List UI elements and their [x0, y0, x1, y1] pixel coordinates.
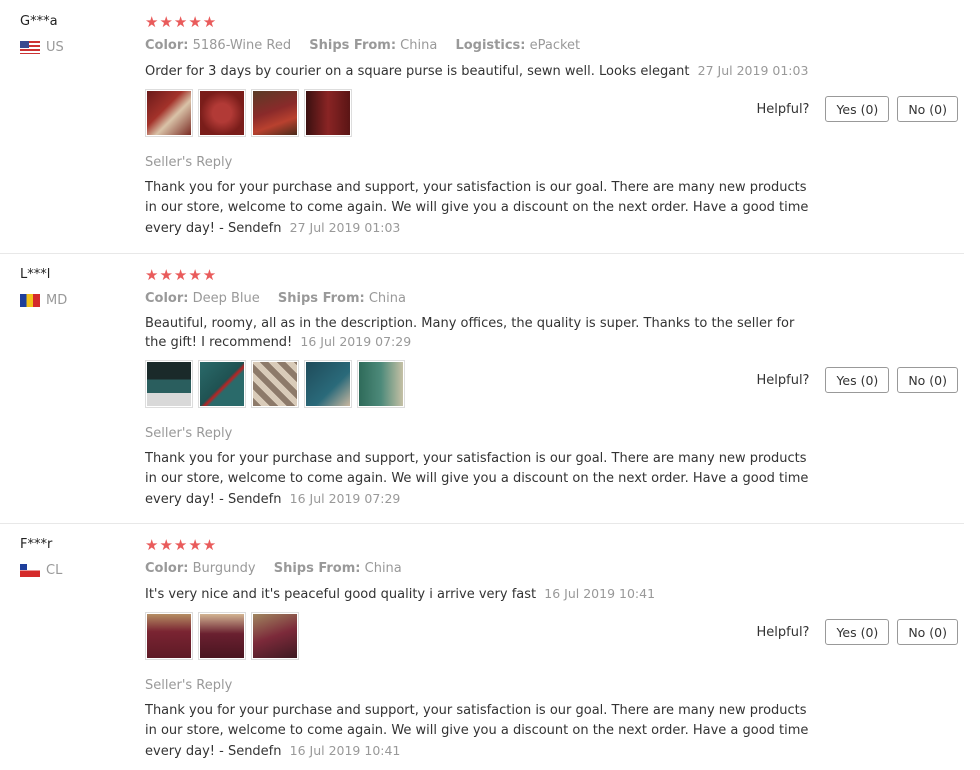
helpful-label: Helpful?	[756, 372, 810, 388]
review-photo-thumb[interactable]	[251, 89, 299, 137]
reviewer-country: US	[20, 40, 64, 55]
reviewer-country: CL	[20, 563, 62, 578]
helpful-no-button[interactable]: No (0)	[897, 619, 958, 645]
country-code: MD	[46, 293, 68, 308]
helpful-vote: Helpful? Yes (0) No (0)	[756, 96, 958, 122]
review-photo-thumb[interactable]	[145, 360, 193, 408]
attr-value: China	[400, 38, 438, 53]
attr-label: Ships From:	[309, 38, 397, 53]
review-photo-thumb[interactable]	[198, 89, 246, 137]
seller-reply-date: 16 Jul 2019 10:41	[289, 743, 401, 758]
seller-reply-title: Seller's Reply	[145, 155, 233, 170]
star-rating: ★★★★★	[145, 266, 218, 284]
helpful-yes-button[interactable]: Yes (0)	[825, 367, 890, 393]
review-date: 16 Jul 2019 07:29	[300, 334, 412, 349]
reviewer-name: F***r	[20, 537, 53, 552]
helpful-vote: Helpful? Yes (0) No (0)	[756, 367, 958, 393]
md-flag-icon	[20, 294, 40, 307]
seller-reply-text: Thank you for your purchase and support,…	[145, 180, 809, 236]
review-item: F***r CL ★★★★★ Color: Burgundy Ships Fro…	[0, 523, 964, 770]
review-photo-thumb[interactable]	[198, 612, 246, 660]
reviewer-name: G***a	[20, 14, 58, 29]
star-rating: ★★★★★	[145, 13, 218, 31]
order-attributes: Color: Burgundy Ships From: China	[145, 561, 416, 576]
helpful-no-button[interactable]: No (0)	[897, 96, 958, 122]
attr-label: Ships From:	[273, 561, 361, 576]
seller-reply-text: Thank you for your purchase and support,…	[145, 451, 809, 507]
order-attributes: Color: 5186-Wine Red Ships From: China L…	[145, 38, 594, 53]
review-text: It's very nice and it's peaceful good qu…	[145, 585, 815, 604]
us-flag-icon	[20, 41, 40, 54]
review-body: It's very nice and it's peaceful good qu…	[145, 587, 537, 602]
review-item: L***l MD ★★★★★ Color: Deep Blue Ships Fr…	[0, 253, 964, 524]
review-body: Beautiful, roomy, all as in the descript…	[145, 316, 795, 350]
attr-value: China	[364, 561, 402, 576]
seller-reply: Thank you for your purchase and support,…	[145, 178, 815, 239]
review-photos	[145, 89, 352, 137]
helpful-yes-button[interactable]: Yes (0)	[825, 96, 890, 122]
seller-reply-text: Thank you for your purchase and support,…	[145, 703, 809, 759]
review-body: Order for 3 days by courier on a square …	[145, 64, 690, 79]
review-photos	[145, 360, 405, 408]
review-photo-thumb[interactable]	[145, 612, 193, 660]
reviewer-name: L***l	[20, 267, 51, 282]
review-photo-thumb[interactable]	[357, 360, 405, 408]
seller-reply-title: Seller's Reply	[145, 426, 233, 441]
attr-value: Deep Blue	[192, 291, 260, 306]
review-date: 16 Jul 2019 10:41	[544, 586, 656, 601]
attr-label: Color:	[145, 38, 189, 53]
attr-value: 5186-Wine Red	[192, 38, 292, 53]
review-photo-thumb[interactable]	[251, 612, 299, 660]
attr-label: Ships From:	[277, 291, 365, 306]
order-attributes: Color: Deep Blue Ships From: China	[145, 291, 420, 306]
review-photo-thumb[interactable]	[304, 89, 352, 137]
review-photo-thumb[interactable]	[304, 360, 352, 408]
attr-label: Logistics:	[455, 38, 526, 53]
country-code: CL	[46, 563, 63, 578]
review-date: 27 Jul 2019 01:03	[697, 63, 809, 78]
cl-flag-icon	[20, 564, 40, 577]
attr-label: Color:	[145, 561, 189, 576]
helpful-vote: Helpful? Yes (0) No (0)	[756, 619, 958, 645]
helpful-label: Helpful?	[756, 101, 810, 117]
review-text: Order for 3 days by courier on a square …	[145, 62, 815, 81]
attr-value: Burgundy	[192, 561, 256, 576]
review-photo-thumb[interactable]	[251, 360, 299, 408]
seller-reply-date: 27 Jul 2019 01:03	[289, 220, 401, 235]
seller-reply-date: 16 Jul 2019 07:29	[289, 491, 401, 506]
helpful-no-button[interactable]: No (0)	[897, 367, 958, 393]
helpful-label: Helpful?	[756, 624, 810, 640]
review-item: G***a US ★★★★★ Color: 5186-Wine Red Ship…	[0, 0, 964, 254]
review-photo-thumb[interactable]	[145, 89, 193, 137]
helpful-yes-button[interactable]: Yes (0)	[825, 619, 890, 645]
seller-reply: Thank you for your purchase and support,…	[145, 701, 815, 762]
seller-reply: Thank you for your purchase and support,…	[145, 449, 815, 510]
reviewer-country: MD	[20, 293, 67, 308]
seller-reply-title: Seller's Reply	[145, 678, 233, 693]
review-photo-thumb[interactable]	[198, 360, 246, 408]
attr-value: China	[368, 291, 406, 306]
country-code: US	[46, 40, 64, 55]
attr-label: Color:	[145, 291, 189, 306]
review-text: Beautiful, roomy, all as in the descript…	[145, 315, 815, 352]
star-rating: ★★★★★	[145, 536, 218, 554]
review-photos	[145, 612, 299, 660]
attr-value: ePacket	[529, 38, 581, 53]
